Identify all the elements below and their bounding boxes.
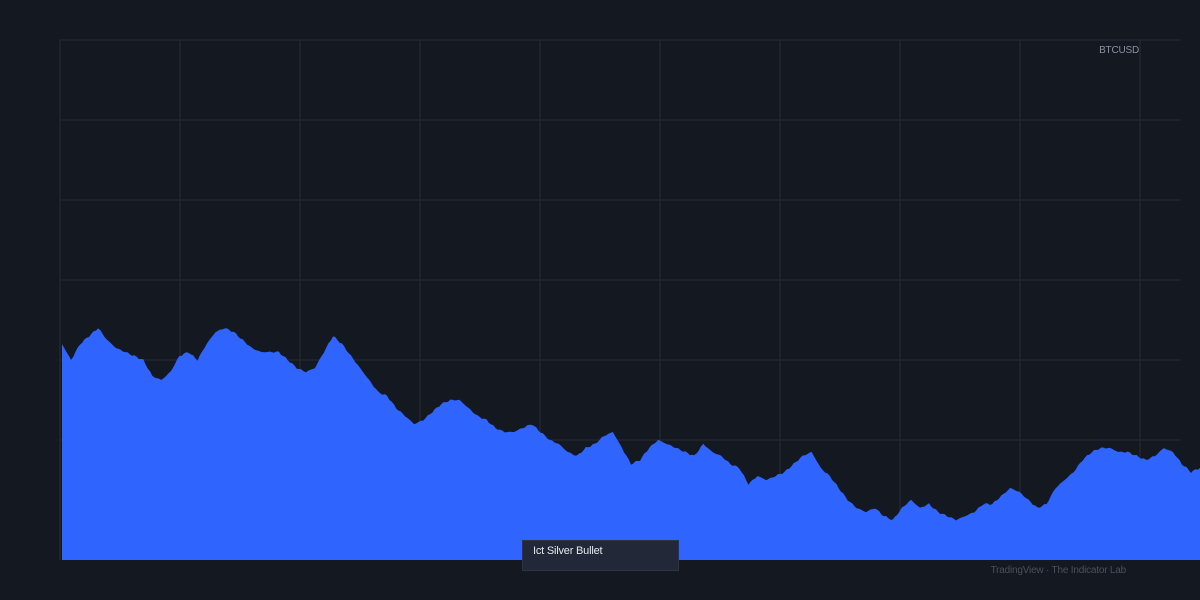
price-chart [59,39,1200,560]
chart-panel: BTCUSD Ict Silver Bullet TradingView · T… [0,0,1200,600]
price-area-series [62,328,1200,560]
attribution-watermark: TradingView · The Indicator Lab [990,565,1127,576]
indicator-name-tag: Ict Silver Bullet [522,540,679,571]
symbol-label: BTCUSD [1099,45,1139,56]
indicator-name-text: Ict Silver Bullet [533,545,603,557]
